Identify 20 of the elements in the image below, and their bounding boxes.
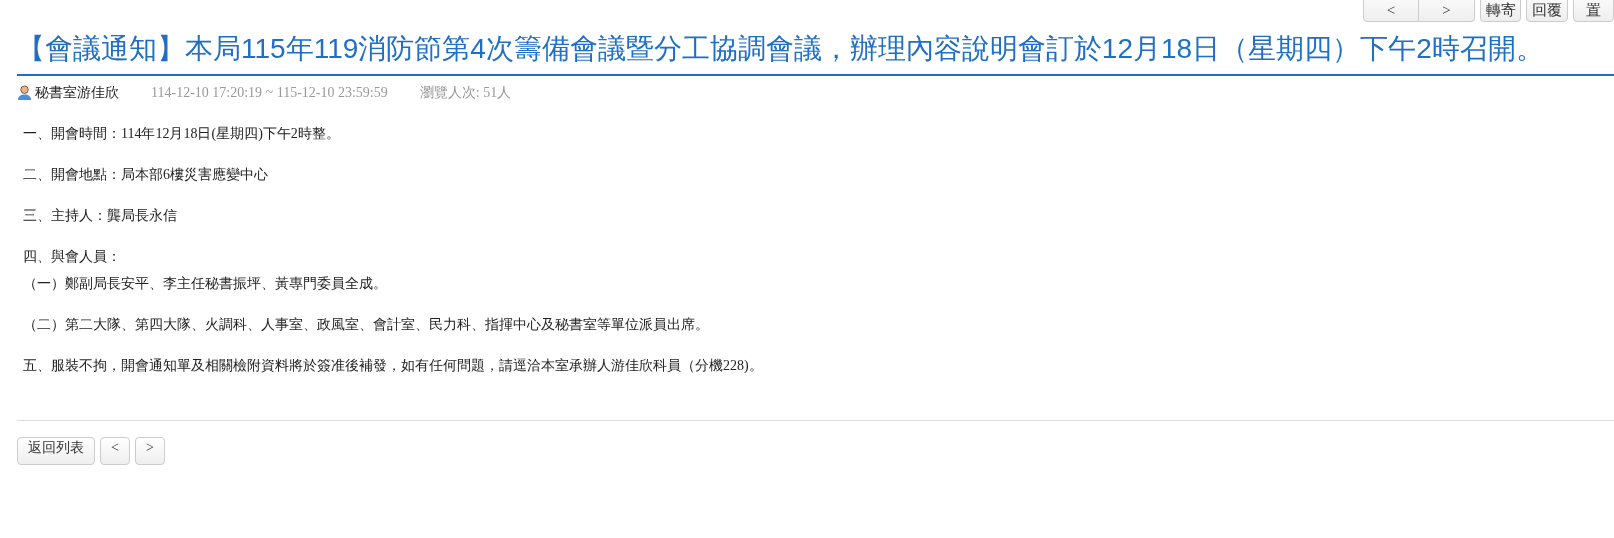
paragraph: 一、開會時間：114年12月18日(星期四)下午2時整。 bbox=[23, 124, 341, 143]
back-to-list-button[interactable]: 返回列表 bbox=[17, 436, 95, 466]
toolbar-button[interactable]: 置 bbox=[1572, 0, 1614, 22]
next-button[interactable]: > bbox=[134, 436, 165, 466]
previous-button[interactable]: < bbox=[1363, 0, 1419, 22]
paragraph: （二）第二大隊、第四大隊、火調科、人事室、政風室、會計室、民力科、指揮中心及秘書室等單位派員出席。 bbox=[23, 315, 710, 334]
view-count: 瀏覽人次: 51人 bbox=[419, 83, 512, 102]
section-heading: 四、與會人員： bbox=[23, 247, 122, 266]
user-icon bbox=[17, 84, 32, 100]
paragraph: 三、主持人：龔局長永信 bbox=[23, 206, 178, 225]
paragraph: 五、服裝不拘，開會通知單及相關檢附資料將於簽准後補發，如有任何問題，請逕洽本室承辦人游佳欣科員（分機228)。 bbox=[23, 356, 764, 375]
date-range: 114-12-10 17:20:19 ~ 115-12-10 23:59:59 bbox=[151, 83, 388, 102]
page-title: 【會議通知】本局115年119消防節第4次籌備會議暨分工協調會議，辦理內容說明會訂於12月18日（星期四）下午2時召開。 bbox=[17, 32, 1614, 76]
previous-button[interactable]: < bbox=[100, 436, 130, 466]
paragraph: 二、開會地點：局本部6樓災害應變中心 bbox=[23, 165, 269, 184]
paragraph: （一）鄭副局長安平、李主任秘書振坪、黃專門委員全成。 bbox=[23, 274, 388, 293]
forward-button[interactable]: 轉寄 bbox=[1480, 0, 1522, 22]
next-button[interactable]: > bbox=[1419, 0, 1475, 22]
author-name: 秘書室游佳欣 bbox=[35, 83, 119, 102]
reply-button[interactable]: 回覆 bbox=[1526, 0, 1568, 22]
